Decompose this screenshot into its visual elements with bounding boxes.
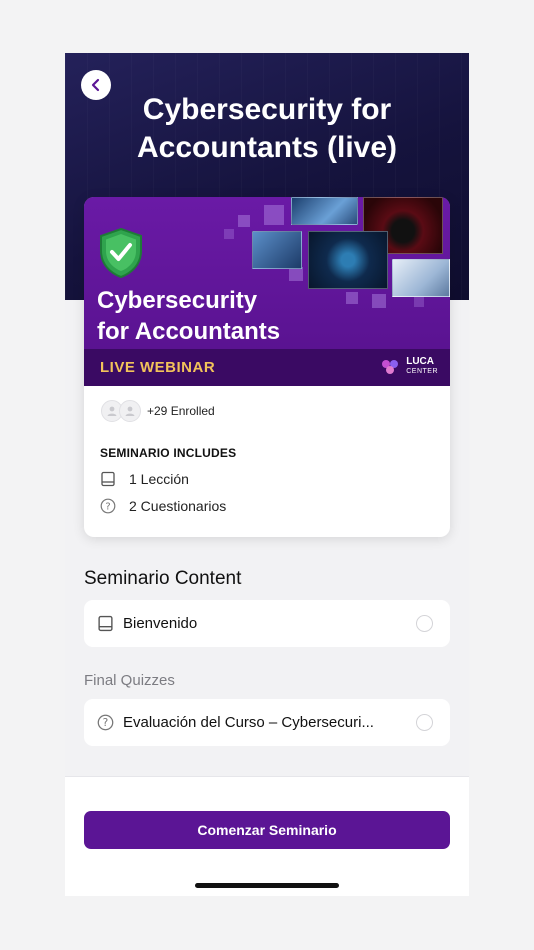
user-icon xyxy=(107,406,117,416)
completion-radio[interactable] xyxy=(416,615,433,632)
photo-security-shield xyxy=(308,231,388,289)
quizzes-section-title: Final Quizzes xyxy=(84,672,175,689)
book-icon xyxy=(101,471,115,487)
avatar-stack xyxy=(101,400,141,422)
enrolled-text: +29 Enrolled xyxy=(147,404,215,418)
completion-radio[interactable] xyxy=(416,714,433,731)
lesson-row-bienvenido[interactable]: Bienvenido xyxy=(84,600,450,647)
home-indicator[interactable] xyxy=(195,883,339,888)
question-icon: ? xyxy=(97,714,114,731)
course-card: Cybersecurity for Accountants LIVE WEBIN… xyxy=(84,197,450,537)
chevron-left-icon xyxy=(91,78,100,92)
luca-center-logo: LUCA CENTER xyxy=(380,357,438,377)
quiz-row-evaluacion[interactable]: ? Evaluación del Curso – Cybersecuri... xyxy=(84,699,450,746)
live-webinar-tag: LIVE WEBINAR xyxy=(100,359,216,376)
app-screen: Cybersecurity for Accountants (live) Cyb… xyxy=(65,53,469,896)
question-icon: ? xyxy=(100,498,116,514)
svg-text:?: ? xyxy=(103,716,109,729)
includes-heading: SEMINARIO INCLUDES xyxy=(100,446,237,460)
page-title: Cybersecurity for Accountants (live) xyxy=(136,93,398,164)
includes-item-lessons: 1 Lección xyxy=(100,471,189,487)
user-icon xyxy=(125,406,135,416)
shield-check-icon xyxy=(100,227,142,279)
banner-title: Cybersecurity for Accountants xyxy=(97,287,281,345)
enrolled-count: +29 Enrolled xyxy=(101,400,215,422)
photo-servers xyxy=(291,197,358,225)
avatar xyxy=(119,400,141,422)
lesson-label: Bienvenido xyxy=(123,615,198,632)
content-section-title: Seminario Content xyxy=(84,568,242,589)
svg-text:?: ? xyxy=(105,502,110,513)
photo-team xyxy=(392,259,450,297)
book-icon xyxy=(98,615,113,632)
course-banner: Cybersecurity for Accountants LIVE WEBIN… xyxy=(84,197,450,386)
quiz-label: Evaluación del Curso – Cybersecuri... xyxy=(123,714,374,731)
start-seminar-button[interactable]: Comenzar Seminario xyxy=(84,811,450,849)
photo-laptop xyxy=(252,231,302,269)
hexagon-logo-icon xyxy=(382,360,399,374)
includes-item-quizzes: ? 2 Cuestionarios xyxy=(100,498,226,514)
